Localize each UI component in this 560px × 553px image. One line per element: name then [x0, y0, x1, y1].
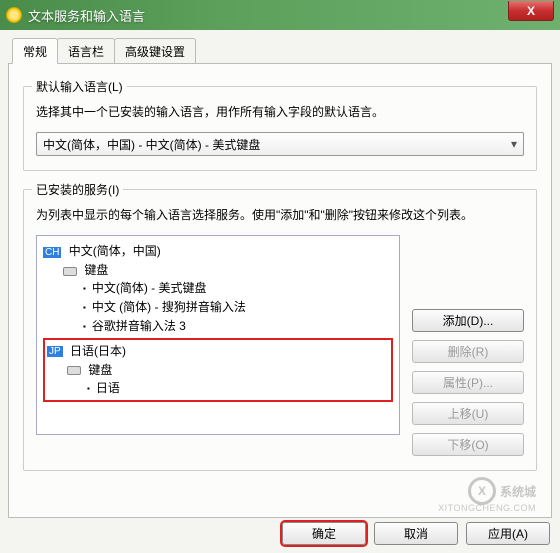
tab-general[interactable]: 常规: [12, 38, 58, 64]
side-buttons: 添加(D)... 删除(R) 属性(P)... 上移(U) 下移(O): [412, 235, 524, 456]
badge-ch-icon: CH: [43, 247, 61, 258]
installed-services-title: 已安装的服务(I): [32, 181, 123, 198]
tree-keyboard-jp[interactable]: 键盘: [65, 361, 389, 379]
tree-lang-japanese[interactable]: JP 日语(日本): [47, 342, 389, 359]
titlebar: 文本服务和输入语言 X: [0, 0, 560, 30]
tree-item-jp[interactable]: 日语: [87, 379, 389, 398]
installed-services-desc: 为列表中显示的每个输入语言选择服务。使用"添加"和"删除"按钮来修改这个列表。: [36, 206, 524, 225]
remove-button[interactable]: 删除(R): [412, 340, 524, 363]
default-language-desc: 选择其中一个已安装的输入语言，用作所有输入字段的默认语言。: [36, 103, 524, 122]
apply-button[interactable]: 应用(A): [466, 522, 550, 545]
highlight-japanese: JP 日语(日本) 键盘 日语: [43, 338, 393, 402]
tree-item-ch-google[interactable]: 谷歌拼音输入法 3: [83, 317, 393, 336]
lang-chinese-label: 中文(简体，中国): [69, 244, 161, 258]
keyboard-label-jp: 键盘: [88, 363, 112, 377]
default-language-selected: 中文(简体，中国) - 中文(简体) - 美式键盘: [43, 136, 260, 153]
keyboard-icon: [63, 267, 77, 276]
movedown-button[interactable]: 下移(O): [412, 433, 524, 456]
app-icon: [6, 7, 22, 23]
tab-row: 常规 语言栏 高级键设置: [8, 38, 552, 64]
services-tree[interactable]: CH 中文(简体，中国) 键盘 中文(简体) - 美式键盘 中文 (简体) - …: [36, 235, 400, 435]
moveup-button[interactable]: 上移(U): [412, 402, 524, 425]
tab-advanced-key[interactable]: 高级键设置: [114, 38, 196, 63]
keyboard-label: 键盘: [84, 263, 108, 277]
tree-lang-chinese[interactable]: CH 中文(简体，中国): [43, 242, 393, 259]
cancel-button[interactable]: 取消: [374, 522, 458, 545]
window-body: 常规 语言栏 高级键设置 默认输入语言(L) 选择其中一个已安装的输入语言，用作…: [0, 30, 560, 553]
badge-jp-icon: JP: [47, 346, 63, 357]
tree-item-ch-sogou[interactable]: 中文 (简体) - 搜狗拼音输入法: [83, 298, 393, 317]
tree-item-ch-us[interactable]: 中文(简体) - 美式键盘: [83, 279, 393, 298]
ok-button[interactable]: 确定: [282, 522, 366, 545]
tree-keyboard-ch[interactable]: 键盘: [61, 261, 393, 279]
installed-services-group: 已安装的服务(I) 为列表中显示的每个输入语言选择服务。使用"添加"和"删除"按…: [23, 189, 537, 471]
tab-content: 默认输入语言(L) 选择其中一个已安装的输入语言，用作所有输入字段的默认语言。 …: [8, 64, 552, 518]
dialog-buttons: 确定 取消 应用(A): [282, 522, 550, 545]
tab-language-bar[interactable]: 语言栏: [57, 38, 115, 63]
add-button[interactable]: 添加(D)...: [412, 309, 524, 332]
default-language-dropdown[interactable]: 中文(简体，中国) - 中文(简体) - 美式键盘: [36, 132, 524, 156]
default-language-group: 默认输入语言(L) 选择其中一个已安装的输入语言，用作所有输入字段的默认语言。 …: [23, 86, 537, 171]
window-title: 文本服务和输入语言: [28, 6, 145, 25]
close-button[interactable]: X: [508, 1, 554, 21]
lang-japanese-label: 日语(日本): [70, 344, 126, 358]
default-language-title: 默认输入语言(L): [32, 78, 127, 95]
keyboard-icon: [67, 366, 81, 375]
properties-button[interactable]: 属性(P)...: [412, 371, 524, 394]
